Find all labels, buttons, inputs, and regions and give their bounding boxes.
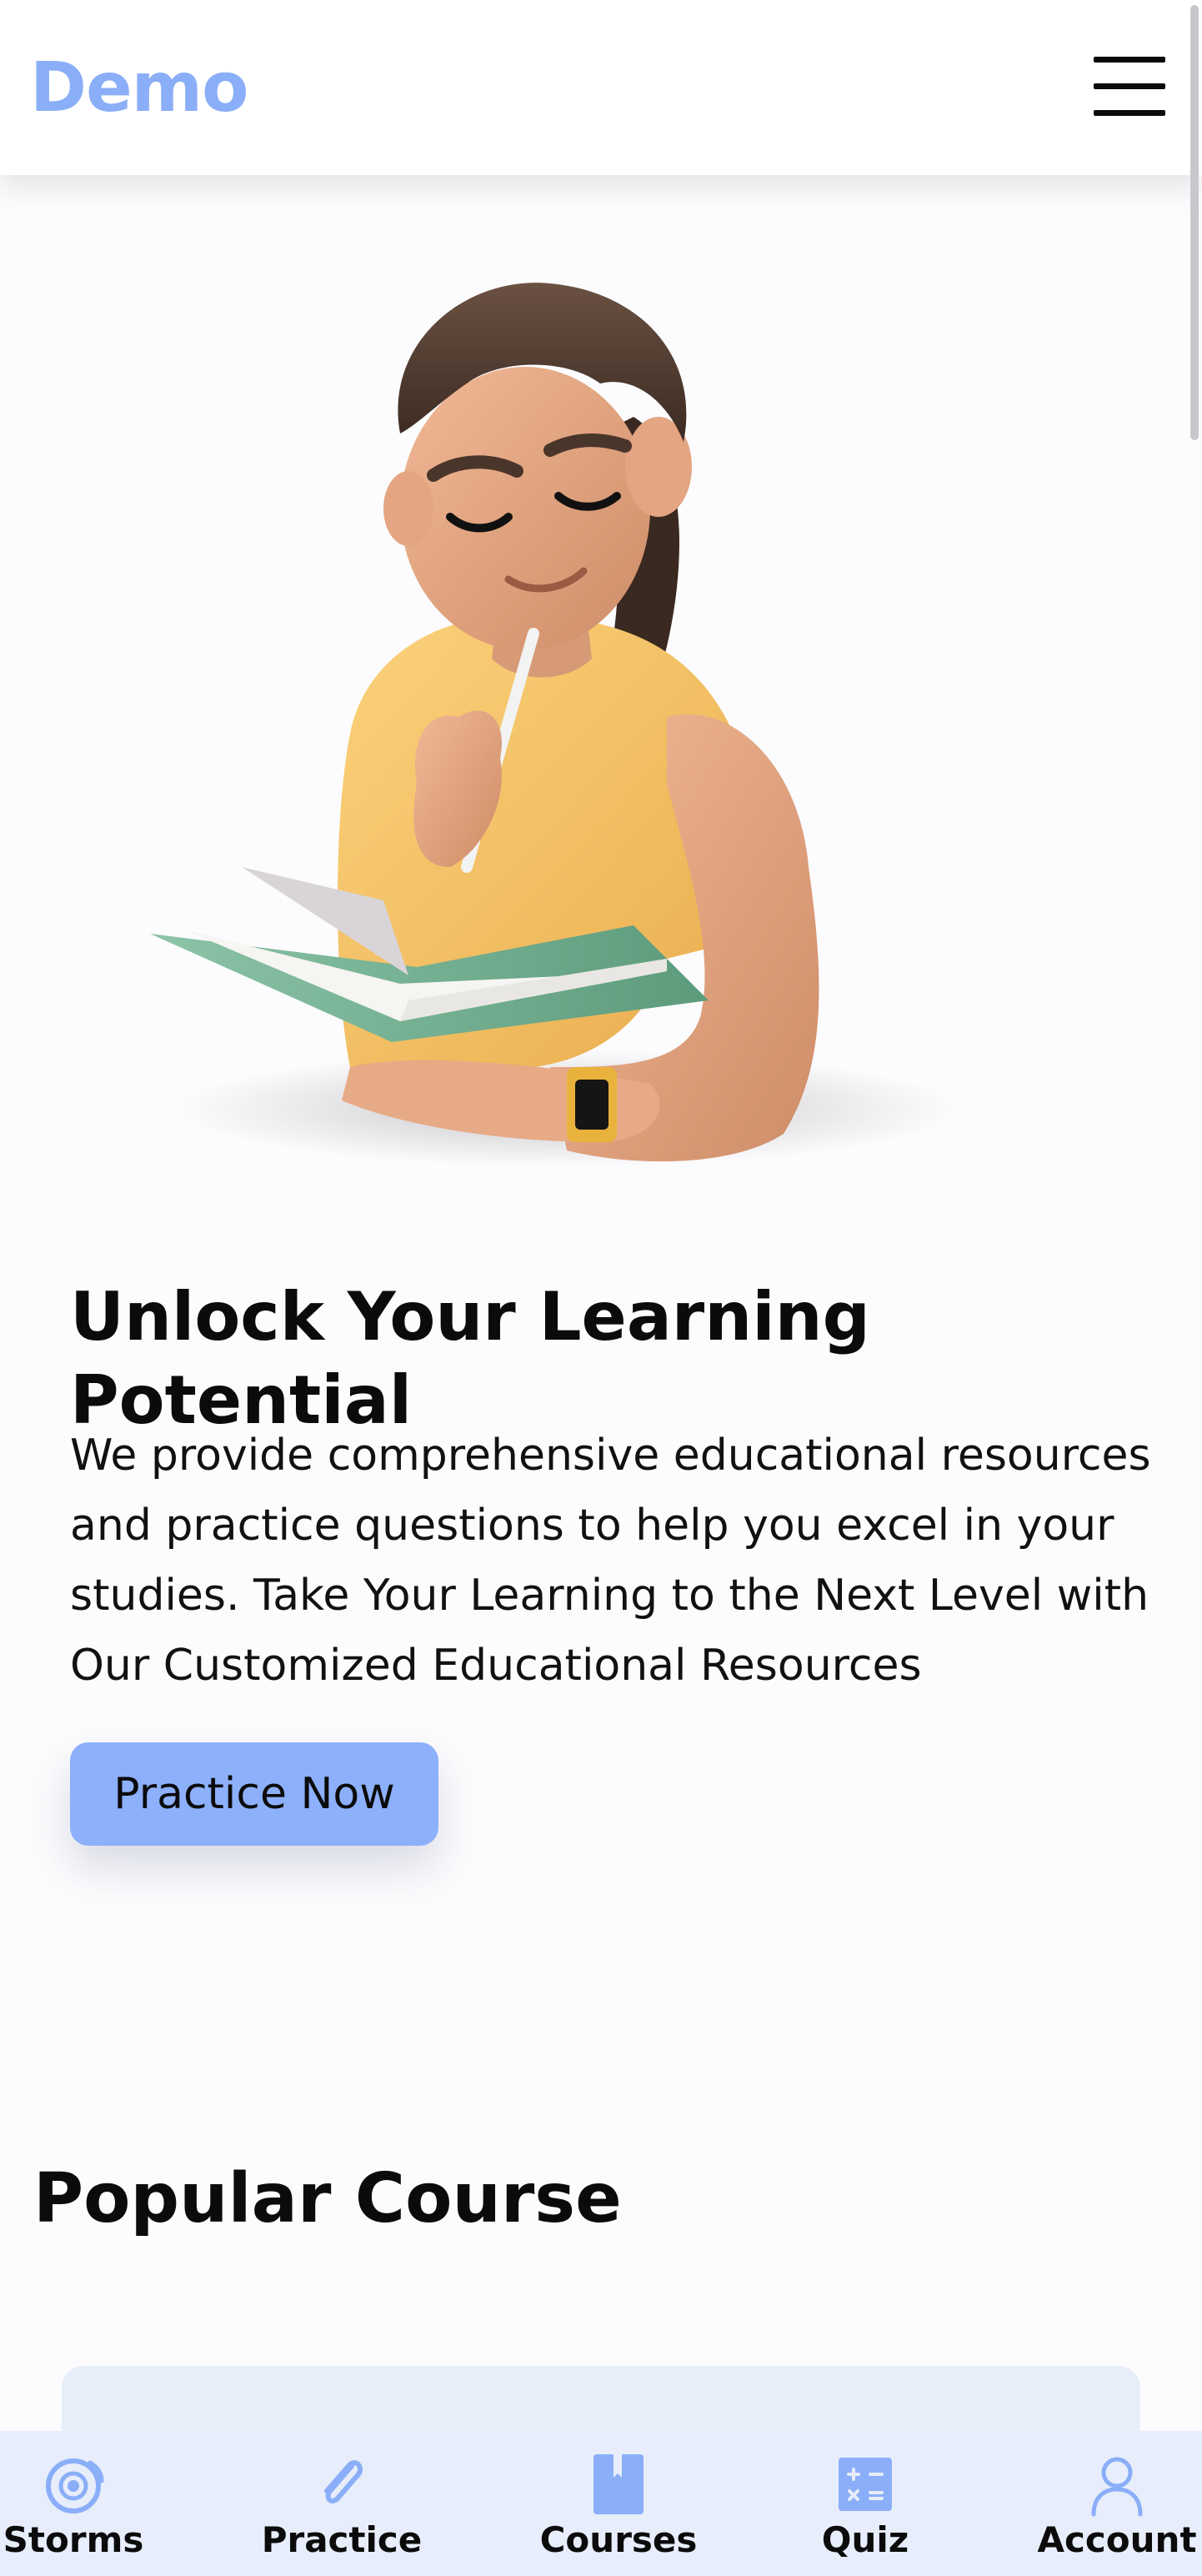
popular-course-title: Popular Course (33, 2159, 622, 2238)
menu-line (1094, 83, 1165, 89)
brand-logo[interactable]: Demo (30, 48, 248, 128)
nav-item-courses[interactable]: Courses (517, 2431, 720, 2576)
menu-line (1094, 57, 1165, 63)
book-icon (593, 2454, 644, 2514)
scrollbar-thumb[interactable] (1190, 5, 1199, 440)
practice-now-button[interactable]: Practice Now (70, 1742, 438, 1846)
nav-label: Practice (261, 2519, 423, 2560)
app-page: Demo Unlock Your Learning Potential We p… (0, 0, 1202, 2576)
menu-line (1094, 110, 1165, 116)
student-reading-illustration (150, 283, 959, 1167)
nav-label: Account (1037, 2519, 1197, 2560)
nav-item-quiz[interactable]: Quiz (799, 2431, 932, 2576)
nav-label: Storms (3, 2519, 144, 2560)
nav-item-practice[interactable]: Practice (242, 2431, 442, 2576)
nav-label: Courses (539, 2519, 698, 2560)
calculator-icon (839, 2458, 892, 2511)
nav-item-storms[interactable]: Storms (0, 2431, 147, 2576)
target-ring-icon (46, 2458, 104, 2513)
user-icon (1091, 2457, 1143, 2517)
nav-item-account[interactable]: Account (1034, 2431, 1200, 2576)
hero-title: Unlock Your Learning Potential (70, 1278, 870, 1439)
hamburger-menu-icon[interactable] (1094, 53, 1165, 120)
top-header: Demo (0, 0, 1202, 175)
bottom-navigation: Storms Practice Courses Quiz Account (0, 2431, 1202, 2576)
nav-label: Quiz (821, 2519, 909, 2560)
hero-description: We provide comprehensive educational res… (70, 1431, 1151, 1691)
paperclip-icon (324, 2460, 363, 2503)
